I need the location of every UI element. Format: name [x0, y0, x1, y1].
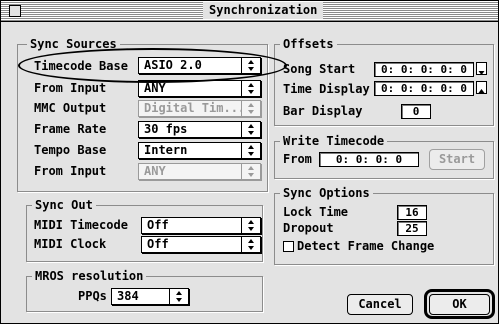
- time-display-up-arrow[interactable]: [476, 81, 487, 94]
- bar-display-field[interactable]: 0: [401, 104, 431, 119]
- midi-timecode-select[interactable]: Off: [141, 217, 261, 234]
- write-timecode-title: Write Timecode: [280, 134, 388, 148]
- song-start-label: Song Start: [283, 62, 356, 76]
- from-input-label: From Input: [34, 81, 107, 95]
- midi-clock-label: MIDI Clock: [34, 237, 107, 251]
- write-from-label: From: [283, 152, 312, 166]
- frame-rate-select[interactable]: 30 fps: [138, 121, 261, 138]
- song-start-down-arrow[interactable]: [476, 62, 487, 75]
- updown-arrows-icon: [241, 122, 260, 137]
- midi-timecode-label: MIDI Timecode: [34, 218, 128, 232]
- detect-frame-change-checkbox[interactable]: [283, 241, 294, 252]
- cancel-button[interactable]: Cancel: [347, 294, 413, 315]
- tempo-from-input-label: From Input: [34, 164, 107, 178]
- window-title: Synchronization: [203, 2, 324, 19]
- timecode-base-label: Timecode Base: [34, 59, 128, 73]
- updown-arrows-icon: [241, 81, 260, 96]
- midi-clock-select[interactable]: Off: [141, 236, 261, 253]
- detect-frame-change-label[interactable]: Detect Frame Change: [297, 238, 434, 254]
- frame-rate-label: Frame Rate: [34, 122, 107, 136]
- lock-time-label: Lock Time: [283, 205, 349, 219]
- sync-sources-title: Sync Sources: [27, 37, 120, 51]
- updown-arrows-icon: [169, 289, 188, 304]
- tempo-base-label: Tempo Base: [34, 143, 107, 157]
- bar-display-label: Bar Display: [283, 104, 363, 118]
- mmc-output-select[interactable]: Digital Tim...: [138, 100, 261, 117]
- up-arrow-icon: [478, 89, 485, 93]
- write-from-field[interactable]: 0: 0: 0: 0: [319, 152, 419, 167]
- ppqs-select[interactable]: 384: [111, 288, 189, 305]
- mros-resolution-title: MROS resolution: [32, 269, 147, 283]
- lock-time-field[interactable]: 16: [397, 205, 427, 220]
- dropout-label: Dropout: [283, 221, 334, 235]
- offsets-title: Offsets: [280, 37, 337, 51]
- title-bar[interactable]: Synchronization: [1, 1, 498, 22]
- updown-arrows-icon: [241, 164, 260, 179]
- ppqs-label: PPQs: [78, 289, 107, 303]
- close-box[interactable]: [9, 5, 21, 17]
- mmc-output-label: MMC Output: [34, 101, 107, 115]
- time-display-field[interactable]: 0: 0: 0: 0: 0: [374, 81, 474, 96]
- ok-button[interactable]: OK: [429, 294, 490, 315]
- updown-arrows-icon: [241, 58, 260, 73]
- down-arrow-icon: [478, 71, 485, 75]
- updown-arrows-icon: [241, 101, 260, 116]
- tempo-from-input-select[interactable]: ANY: [138, 163, 261, 180]
- synchronization-dialog: Synchronization Sync Sources Timecode Ba…: [0, 0, 499, 324]
- time-display-label: Time Display: [283, 82, 370, 96]
- song-start-field[interactable]: 0: 0: 0: 0: 0: [374, 62, 474, 77]
- dropout-field[interactable]: 25: [397, 221, 427, 236]
- timecode-base-select[interactable]: ASIO 2.0: [138, 57, 261, 74]
- updown-arrows-icon: [241, 218, 260, 233]
- sync-options-title: Sync Options: [280, 186, 373, 200]
- sync-out-title: Sync Out: [32, 198, 96, 212]
- start-button[interactable]: Start: [429, 149, 485, 170]
- updown-arrows-icon: [241, 237, 260, 252]
- tempo-base-select[interactable]: Intern: [138, 142, 261, 159]
- from-input-select[interactable]: ANY: [138, 80, 261, 97]
- updown-arrows-icon: [241, 143, 260, 158]
